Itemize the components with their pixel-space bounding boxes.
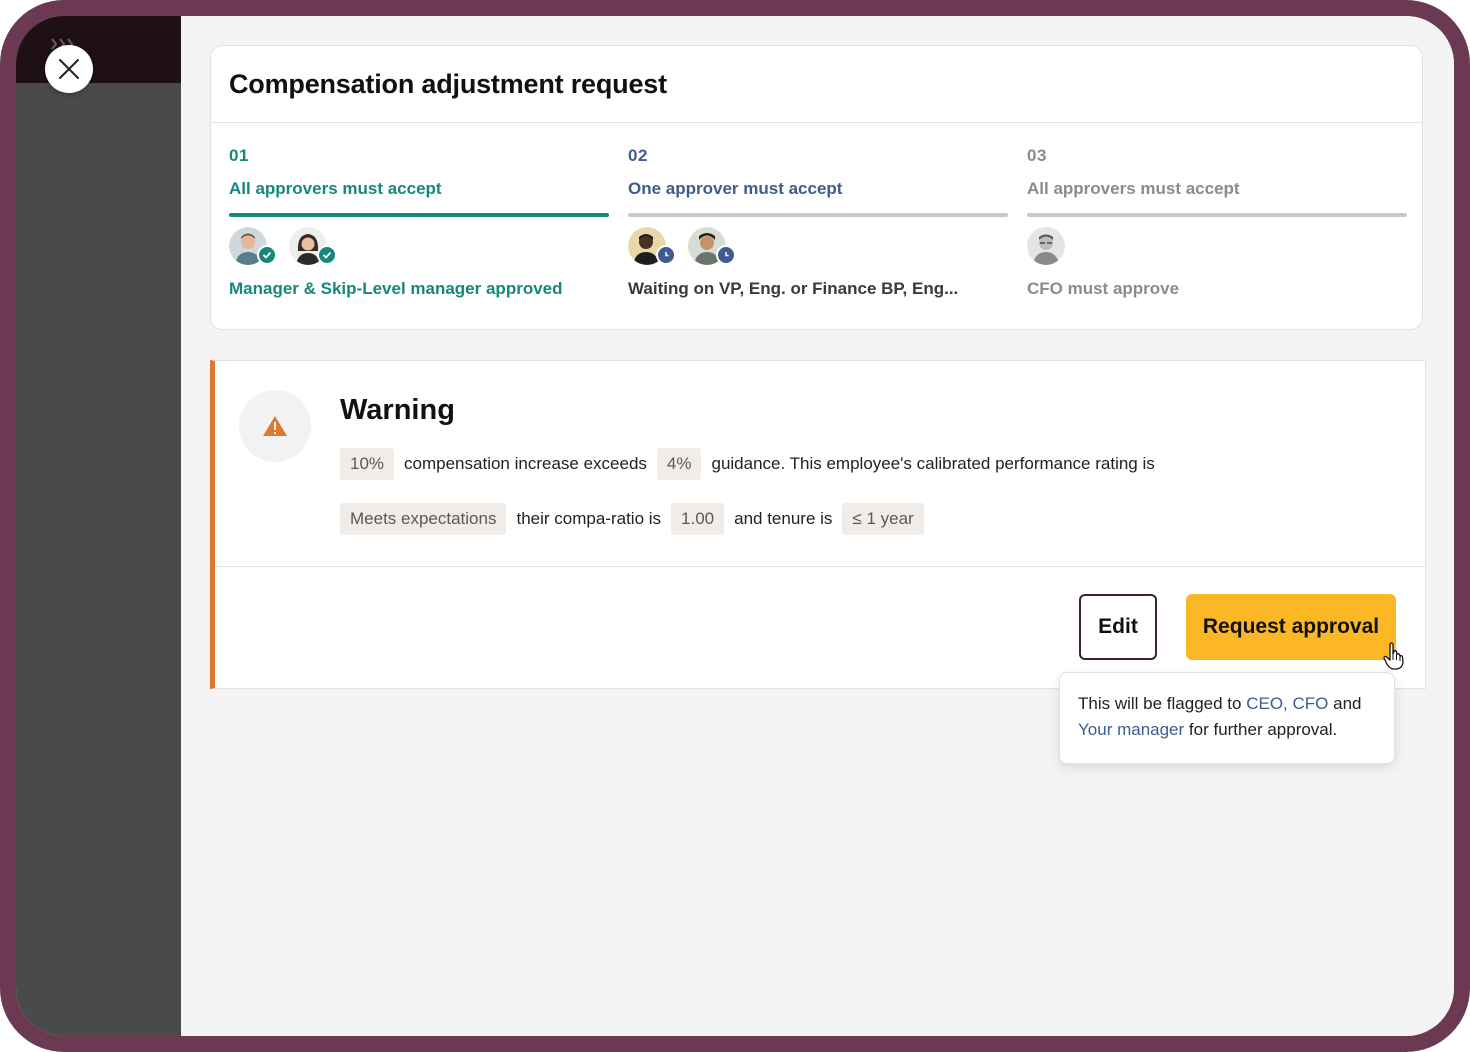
check-icon	[262, 251, 272, 259]
step-number: 02	[628, 146, 648, 165]
approval-step-1: 01 All approvers must accept Manager & S…	[229, 146, 609, 299]
device-frame: Compensation adjustment request 01 All a…	[0, 0, 1470, 1052]
warning-text: and tenure is	[734, 509, 833, 528]
approver-cfo[interactable]	[1027, 227, 1065, 265]
page-title: Compensation adjustment request	[229, 68, 667, 99]
step-status: Waiting on VP, Eng. or Finance BP, Eng..…	[628, 279, 959, 298]
avatar	[1027, 227, 1065, 265]
approved-badge	[257, 245, 277, 265]
step-progress-bar	[1027, 213, 1407, 217]
warning-text: compensation increase exceeds	[404, 454, 647, 473]
compa-ratio-chip: 1.00	[671, 503, 725, 535]
approval-step-2: 02 One approver must accept Waiting on V…	[628, 146, 1008, 299]
increase-chip: 10%	[340, 448, 395, 480]
step-label: All approvers must accept	[229, 179, 442, 198]
approver-vp-eng[interactable]	[628, 227, 676, 265]
tooltip-link-manager[interactable]: Your manager	[1078, 720, 1184, 739]
step-approvers	[229, 227, 609, 267]
warning-text: guidance. This employee's calibrated per…	[711, 454, 1155, 473]
clock-icon	[725, 252, 729, 257]
approver-skip-level-manager[interactable]	[289, 227, 337, 265]
warning-icon-container	[239, 390, 311, 462]
main-content: Compensation adjustment request 01 All a…	[181, 16, 1454, 1036]
step-status: CFO must approve	[1027, 279, 1180, 298]
warning-line-1: 10% compensation increase exceeds 4% gui…	[340, 448, 1155, 480]
approval-steps: 01 All approvers must accept Manager & S…	[229, 146, 1407, 306]
action-bar: Edit Request approval	[215, 567, 1425, 689]
step-progress-bar	[229, 213, 609, 217]
tenure-chip: ≤ 1 year	[842, 503, 924, 535]
approver-manager[interactable]	[229, 227, 277, 265]
warning-text: their compa-ratio is	[516, 509, 662, 528]
approver-finance-bp[interactable]	[688, 227, 736, 265]
clock-icon	[665, 252, 669, 257]
close-icon	[59, 59, 79, 79]
step-label: All approvers must accept	[1027, 179, 1240, 198]
step-progress-bar	[628, 213, 1008, 217]
step-approvers	[1027, 227, 1407, 267]
request-card: Compensation adjustment request 01 All a…	[210, 45, 1423, 330]
pending-badge	[716, 245, 736, 265]
sidebar	[16, 16, 181, 1036]
step-status: Manager & Skip-Level manager approved	[229, 279, 563, 298]
app-screen: Compensation adjustment request 01 All a…	[16, 16, 1454, 1036]
request-approval-button[interactable]: Request approval	[1186, 594, 1396, 660]
step-approvers	[628, 227, 1008, 267]
step-label: One approver must accept	[628, 179, 843, 198]
check-icon	[322, 251, 332, 259]
warning-body: Warning 10% compensation increase exceed…	[215, 361, 1425, 567]
warning-line-2: Meets expectations their compa-ratio is …	[340, 503, 924, 535]
warning-title: Warning	[340, 394, 455, 426]
approval-step-3: 03 All approvers must accept CFO must ap…	[1027, 146, 1407, 299]
close-button[interactable]	[45, 45, 93, 93]
approval-tooltip: This will be flagged to CEO, CFO and You…	[1059, 672, 1395, 764]
tooltip-text: and	[1333, 694, 1362, 713]
tooltip-link-executives[interactable]: CEO, CFO	[1246, 694, 1328, 713]
approved-badge	[317, 245, 337, 265]
warning-triangle-icon	[263, 416, 287, 436]
hand-cursor-icon	[1383, 642, 1404, 670]
pending-badge	[656, 245, 676, 265]
tooltip-text: This will be flagged to	[1078, 694, 1242, 713]
warning-card: Warning 10% compensation increase exceed…	[210, 360, 1426, 689]
rating-chip: Meets expectations	[340, 503, 507, 535]
guidance-chip: 4%	[656, 448, 702, 480]
step-number: 03	[1027, 146, 1047, 165]
edit-button[interactable]: Edit	[1079, 594, 1157, 660]
card-header: Compensation adjustment request	[211, 46, 1422, 123]
sidebar-header	[16, 16, 181, 83]
step-number: 01	[229, 146, 249, 165]
tooltip-text: for further approval.	[1188, 720, 1338, 739]
